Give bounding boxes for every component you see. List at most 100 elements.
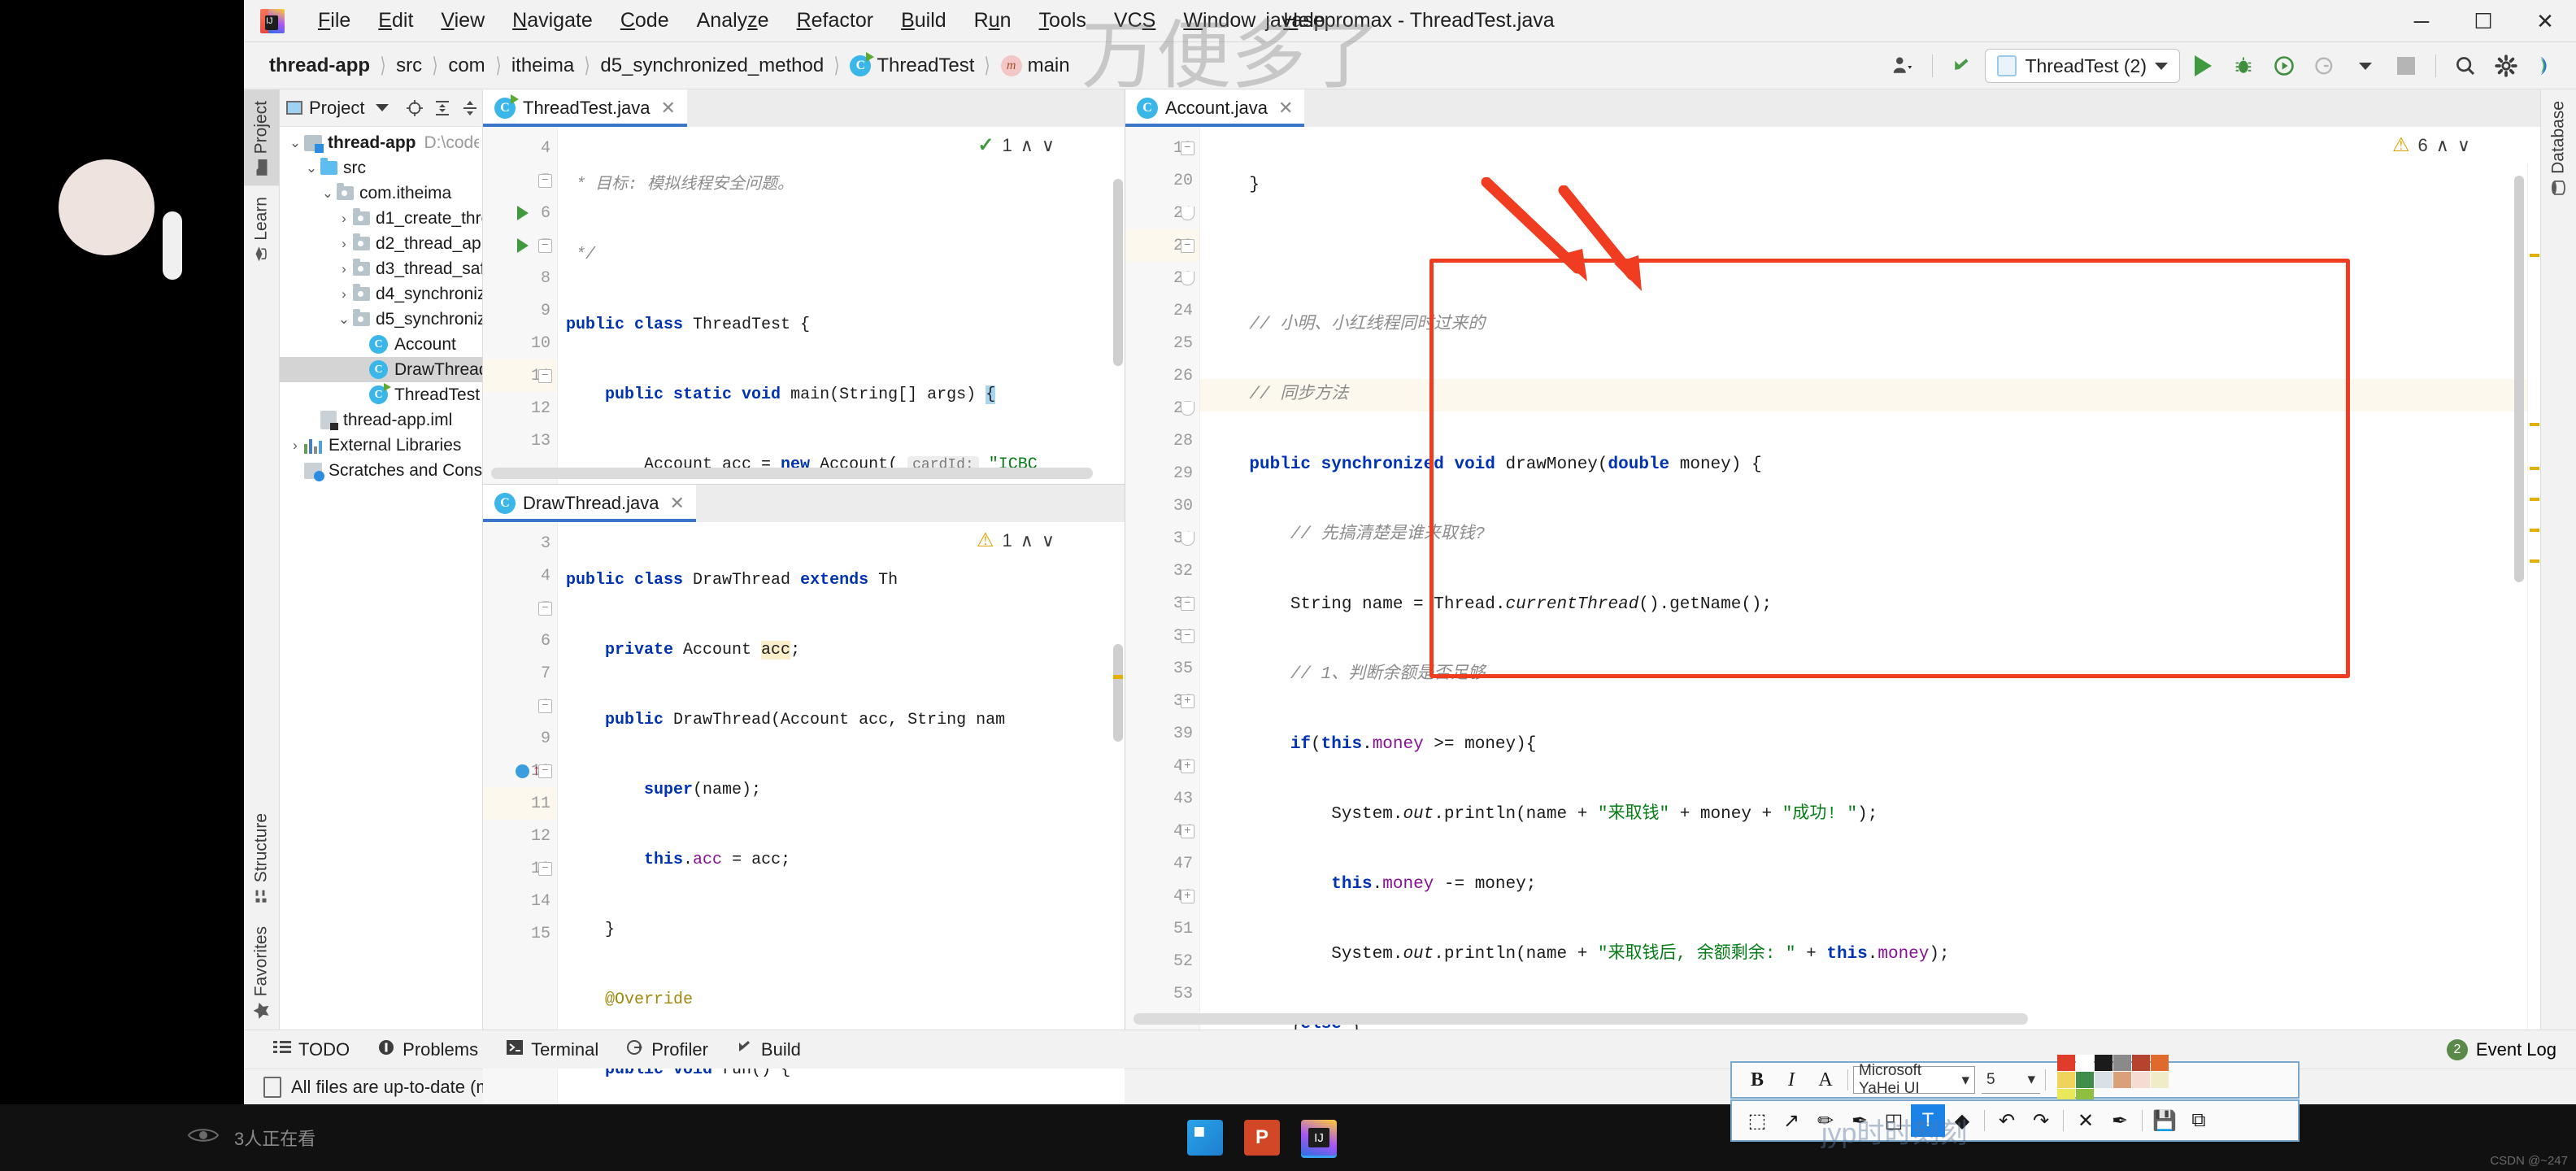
gutter-line[interactable]: 28 <box>1125 424 1199 457</box>
gutter-line[interactable]: 8 <box>483 262 557 294</box>
gutter-line[interactable]: +44 <box>1125 815 1199 847</box>
gutter-line[interactable]: 30 <box>1125 490 1199 522</box>
code-account[interactable]: } // 小明、小红线程同时过来的 // 同步方法 public synchro… <box>1200 127 2540 1030</box>
italic-button[interactable]: I <box>1774 1064 1808 1096</box>
unfold-icon[interactable]: + <box>1181 759 1194 773</box>
next-problem-icon[interactable]: ∨ <box>2457 135 2470 156</box>
menu-refactor[interactable]: Refactor <box>783 4 888 37</box>
gutter-line[interactable]: +40 <box>1125 750 1199 782</box>
fold-icon[interactable]: − <box>538 238 552 253</box>
fold-icon[interactable]: − <box>1181 141 1194 155</box>
close-icon[interactable]: ✕ <box>670 493 685 514</box>
vertical-scrollbar[interactable] <box>1113 644 1123 742</box>
code-threadtest[interactable]: * 目标: 模拟线程安全问题。 */ public class ThreadTe… <box>558 127 1125 484</box>
eraser-icon[interactable]: ◆ <box>1945 1104 1979 1137</box>
gutter-line[interactable]: 12 <box>483 820 557 852</box>
prev-problem-icon[interactable]: ∧ <box>2436 135 2449 156</box>
sidebar-item-project[interactable]: Project <box>244 89 279 186</box>
twisty-icon[interactable]: › <box>286 437 304 454</box>
menu-run[interactable]: Run <box>960 4 1025 37</box>
color-swatch[interactable] <box>2113 1055 2131 1071</box>
gutter-line[interactable]: 32 <box>1125 555 1199 587</box>
breadcrumb-d5-synchronized-method[interactable]: d5_synchronized_method <box>594 54 829 77</box>
horizontal-scrollbar[interactable] <box>491 468 1093 479</box>
gutter-line[interactable]: −5 <box>483 592 557 625</box>
tree-item-src[interactable]: ⌄ src <box>280 155 482 181</box>
tab-threadtest-java[interactable]: C ThreadTest.java ✕ <box>483 89 687 127</box>
fold-icon[interactable]: − <box>1181 596 1194 611</box>
sidebar-item-structure[interactable]: Structure <box>244 802 279 914</box>
inspection-widget-account[interactable]: ⚠ 6 ∧ ∨ <box>2392 133 2470 157</box>
horizontal-scrollbar[interactable] <box>1134 1013 2028 1025</box>
tree-item-account[interactable]: C Account <box>280 332 482 357</box>
gutter-line[interactable]: 4 <box>483 559 557 592</box>
gutter-line[interactable]: 6 <box>483 625 557 657</box>
tree-item-com-itheima[interactable]: ⌄ com.itheima <box>280 181 482 206</box>
color-swatch[interactable] <box>2095 1072 2113 1088</box>
gutter-line[interactable]: 43 <box>1125 782 1199 815</box>
breadcrumb-threadtest[interactable]: C ThreadTest <box>844 51 980 77</box>
prev-problem-icon[interactable]: ∧ <box>1020 530 1033 551</box>
run-gutter-icon[interactable] <box>517 206 529 220</box>
gutter-line[interactable]: −7 <box>483 229 557 262</box>
sidebar-item-learn[interactable]: Learn <box>244 185 279 272</box>
color-swatch[interactable] <box>2095 1055 2113 1071</box>
gutter-line[interactable]: 39 <box>1125 717 1199 750</box>
gutter-line[interactable]: 29 <box>1125 457 1199 490</box>
tree-item-d3-thread-safe[interactable]: › d3_thread_safe <box>280 256 482 281</box>
code-drawthread[interactable]: public class DrawThread extends Th priva… <box>558 522 1125 1171</box>
gutter-line[interactable]: 47 <box>1125 847 1199 880</box>
expand-all-icon[interactable] <box>460 98 480 119</box>
code-editor-account[interactable]: −19 20 21−2223 24 25 26 27 28 29 30 31 32 −33−34 35 +3… <box>1125 127 2540 1030</box>
gutter-drawthread[interactable]: 3 4 −5 6 7 −8 9 ↑−10 11 12 −13 14 15 <box>483 522 558 1171</box>
gutter-line[interactable]: −13 <box>483 852 557 885</box>
tree-item-d2-thread-api[interactable]: › d2_thread_api <box>280 231 482 256</box>
fold-icon[interactable]: − <box>1181 629 1194 643</box>
shape-icon[interactable]: ◰ <box>1877 1104 1911 1137</box>
close-button[interactable]: ✕ <box>2514 0 2576 42</box>
gutter-line[interactable]: 12 <box>483 392 557 424</box>
gutter-line[interactable]: 13 <box>483 424 557 457</box>
gutter-line[interactable]: 25 <box>1125 327 1199 359</box>
fold-icon[interactable]: − <box>538 368 552 383</box>
color-swatch[interactable] <box>2057 1072 2075 1088</box>
fold-region-icon[interactable] <box>1181 206 1194 220</box>
inspection-widget-drawthread[interactable]: ⚠ 1 ∧ ∨ <box>977 529 1055 552</box>
breadcrumb-com[interactable]: com <box>442 54 490 77</box>
breadcrumb-thread-app[interactable]: thread-app <box>263 54 376 77</box>
intellij-taskbar-icon[interactable] <box>1301 1120 1337 1156</box>
gutter-line[interactable]: −19 <box>1125 132 1199 164</box>
close-icon[interactable]: ✕ <box>2069 1104 2103 1137</box>
save-icon[interactable]: 💾 <box>2147 1104 2182 1137</box>
sidebar-item-favorites[interactable]: Favorites <box>244 915 279 1030</box>
gutter-line[interactable]: −22 <box>1125 229 1199 262</box>
tree-item-scratches-and-consoles[interactable]: Scratches and Consoles <box>280 458 482 483</box>
color-swatch[interactable] <box>2076 1055 2094 1071</box>
gutter-line[interactable]: 14 <box>483 885 557 917</box>
twisty-icon[interactable]: ⌄ <box>335 311 353 328</box>
gutter-line[interactable]: 15 <box>483 917 557 950</box>
tab-account-java[interactable]: C Account.java ✕ <box>1125 89 1305 127</box>
copy-icon[interactable]: ⧉ <box>2182 1104 2216 1137</box>
event-log-button[interactable]: 2 Event Log <box>2446 1038 2556 1060</box>
arrow-line-icon[interactable]: ↗ <box>1774 1104 1808 1137</box>
fold-icon[interactable]: − <box>1181 238 1194 253</box>
next-problem-icon[interactable]: ∨ <box>1042 530 1055 551</box>
breadcrumb-main[interactable]: m main <box>995 54 1076 77</box>
run-configuration-selector[interactable]: ThreadTest (2) <box>1985 49 2180 83</box>
gutter-line[interactable]: 51 <box>1125 912 1199 945</box>
gutter-line[interactable]: 35 <box>1125 652 1199 685</box>
menu-view[interactable]: View <box>427 4 498 37</box>
run-button[interactable] <box>2185 48 2221 84</box>
twisty-icon[interactable]: ⌄ <box>302 160 320 176</box>
inspection-widget-threadtest[interactable]: ✓ 1 ∧ ∨ <box>977 133 1055 157</box>
close-icon[interactable]: ✕ <box>661 98 676 119</box>
gutter-line[interactable]: 7 <box>483 657 557 690</box>
menu-window[interactable]: Window <box>1169 4 1269 37</box>
color-swatch[interactable] <box>2151 1072 2169 1088</box>
stop-button[interactable] <box>2388 48 2424 84</box>
profiler-button[interactable] <box>2307 48 2343 84</box>
menu-tools[interactable]: Tools <box>1025 4 1100 37</box>
debug-button[interactable] <box>2226 48 2261 84</box>
settings-gear-icon[interactable] <box>2488 48 2524 84</box>
